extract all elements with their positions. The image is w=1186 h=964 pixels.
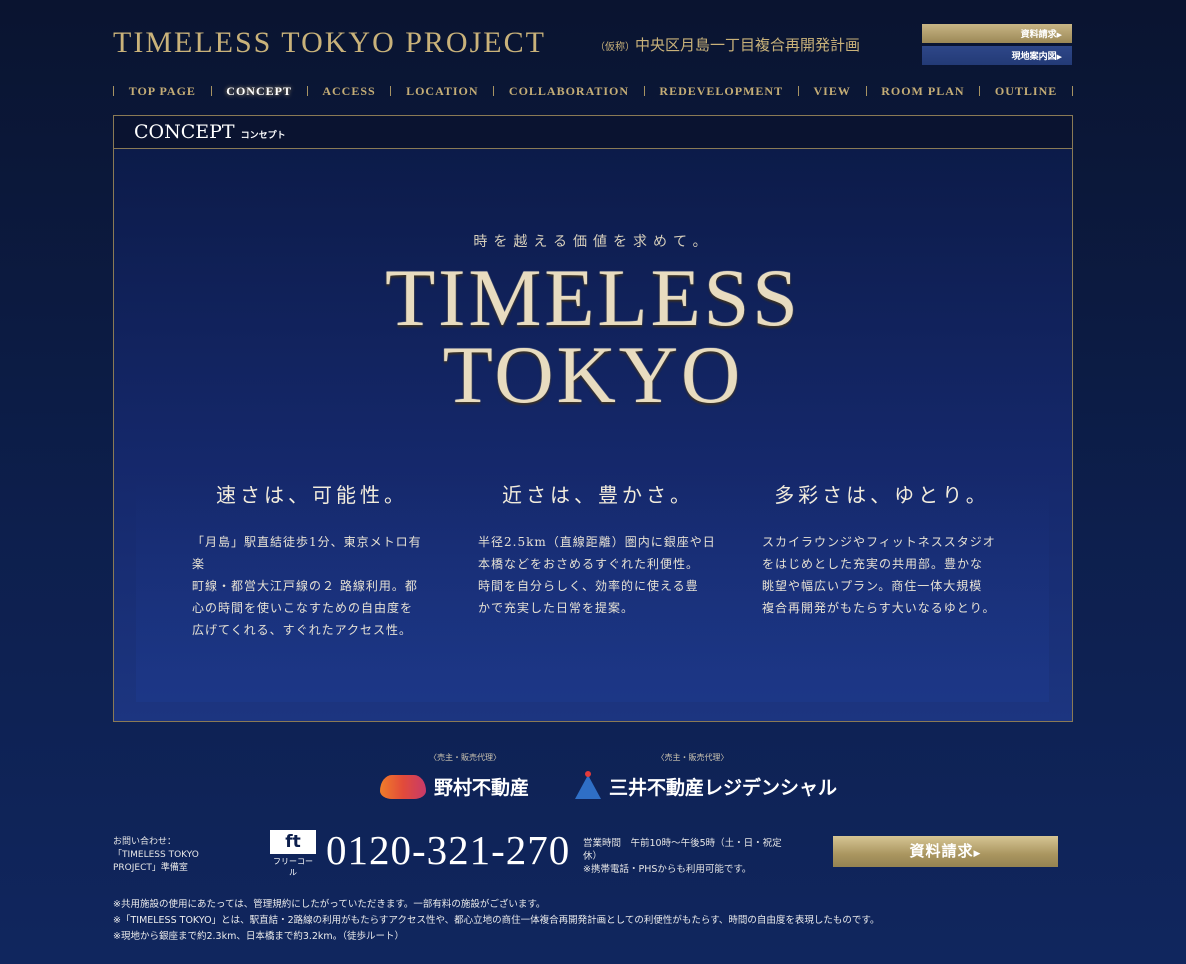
mitsui-logo-icon (575, 770, 601, 799)
partner-name-text: 野村不動産 (434, 777, 530, 799)
nav-divider (979, 86, 981, 96)
freecall-text: フリーコール (273, 857, 313, 877)
partner-nomura[interactable]: 〈売主・販売代理〉 野村不動産 (380, 752, 550, 800)
global-nav: TOP PAGE CONCEPT ACCESS LOCATION COLLABO… (113, 82, 1073, 100)
partner-mitsui[interactable]: 〈売主・販売代理〉 三井不動産レジデンシャル (575, 752, 837, 800)
hours-line: 休） (583, 851, 603, 862)
hours-line: 営業時間 午前10時〜午後5時（土・日・祝定 (583, 838, 782, 849)
contact-label-line: 「TIMELESS TOKYO (113, 850, 199, 860)
panel-title-sub: コンセプト (240, 131, 286, 141)
partner-role: 〈売主・販売代理〉 (429, 753, 501, 762)
nav-divider (113, 86, 114, 96)
freecall-logo: ft フリーコール (270, 830, 316, 877)
nav-concept[interactable]: CONCEPT (226, 84, 292, 99)
contact-label-line: PROJECT」準備室 (113, 863, 188, 873)
hours-line: ※携帯電話・PHSからも利用可能です。 (583, 864, 752, 875)
column-line: 広げてくれる、すぐれたアクセス性。 (192, 623, 413, 637)
footnote: ※共用施設の使用にあたっては、管理規約にしたがっていただきます。一部有料の施設が… (113, 899, 546, 910)
partner-name-text: 三井不動産レジデンシャル (609, 777, 838, 799)
panel-header: CONCEPT コンセプト (114, 116, 1072, 149)
column-body: 半径2.5km（直線距離）圏内に銀座や日 本橋などをおさめるすぐれた利便性。 時… (478, 531, 718, 619)
nav-collaboration[interactable]: COLLABORATION (509, 84, 629, 99)
partner-name: 野村不動産 (380, 773, 550, 800)
business-hours: 営業時間 午前10時〜午後5時（土・日・祝定 休） ※携帯電話・PHSからも利用… (583, 837, 819, 876)
hero-title-line1: TIMELESS (385, 252, 801, 343)
contact-label: お問い合わせ： 「TIMELESS TOKYO PROJECT」準備室 (113, 836, 199, 875)
nav-divider (493, 86, 495, 96)
column-line: をはじめとした充実の共用部。豊かな (762, 557, 984, 571)
hero-tagline: 時を越える価値を求めて。 (473, 234, 713, 250)
arrow-right-icon: ▶ (973, 849, 982, 859)
header-map-label: 現地案内図 (1011, 52, 1057, 62)
column-body: 「月島」駅直結徒歩1分、東京メトロ有楽 町線・都営大江戸線の２ 路線利用。都 心… (192, 531, 432, 641)
column-line: 町線・都営大江戸線の２ 路線利用。都 (192, 579, 418, 593)
concept-panel: CONCEPT コンセプト 時を越える価値を求めて。 TIMELESS TOKYO… (113, 115, 1073, 722)
footnotes: ※共用施設の使用にあたっては、管理規約にしたがっていただきます。一部有料の施設が… (113, 897, 879, 945)
concept-hero: 時を越える価値を求めて。 TIMELESS TOKYO 速さは、可能性。 「月島… (114, 149, 1072, 721)
project-subtitle: （仮称）中央区月島一丁目複合再開発計画 (595, 34, 860, 55)
concept-column-speed: 速さは、可能性。 「月島」駅直結徒歩1分、東京メトロ有楽 町線・都営大江戸線の２… (192, 479, 432, 641)
column-line: 半径2.5km（直線距離）圏内に銀座や日 (478, 535, 716, 549)
footnote: ※「TIMELESS TOKYO」とは、駅直結・2路線の利用がもたらすアクセス性… (113, 915, 880, 926)
partner-role: 〈売主・販売代理〉 (656, 753, 729, 762)
concept-column-variety: 多彩さは、ゆとり。 スカイラウンジやフィットネススタジオ をはじめとした充実の共… (762, 479, 1002, 619)
arrow-right-icon: ▶ (1056, 31, 1062, 39)
nav-view[interactable]: VIEW (813, 84, 850, 99)
nav-outline[interactable]: OUTLINE (995, 84, 1057, 99)
nav-divider (797, 86, 799, 96)
phone-number[interactable]: 0120-321-270 (326, 826, 570, 874)
arrow-right-icon: ▶ (1056, 53, 1062, 61)
nav-redevelopment[interactable]: REDEVELOPMENT (659, 84, 783, 99)
nav-divider (306, 86, 308, 96)
concept-column-proximity: 近さは、豊かさ。 半径2.5km（直線距離）圏内に銀座や日 本橋などをおさめるす… (478, 479, 718, 619)
subtitle-text: 中央区月島一丁目複合再開発計画 (635, 36, 861, 54)
footnote: ※現地から銀座まで約2.3km、日本橋まで約3.2km。（徒歩ルート） (113, 931, 404, 942)
request-brochure-button[interactable]: 資料請求▶ (833, 836, 1058, 867)
nav-top-page[interactable]: TOP PAGE (129, 84, 196, 99)
column-line: スカイラウンジやフィットネススタジオ (762, 535, 996, 549)
subtitle-prefix: （仮称） (595, 42, 635, 53)
column-line: 時間を自分らしく、効率的に使える豊 (478, 579, 699, 593)
header-request-label: 資料請求 (1020, 30, 1057, 40)
site-header: TIMELESS TOKYO PROJECT （仮称）中央区月島一丁目複合再開発… (113, 22, 1073, 66)
nav-access[interactable]: ACCESS (322, 84, 375, 99)
column-line: 「月島」駅直結徒歩1分、東京メトロ有楽 (192, 535, 422, 571)
column-heading: 多彩さは、ゆとり。 (774, 483, 990, 507)
header-map-button[interactable]: 現地案内図▶ (922, 46, 1072, 65)
nav-divider (390, 86, 392, 96)
header-request-button[interactable]: 資料請求▶ (922, 24, 1072, 43)
column-heading: 近さは、豊かさ。 (502, 483, 694, 507)
request-brochure-label: 資料請求 (909, 842, 974, 860)
nomura-logo-icon (380, 774, 426, 799)
nav-divider (1071, 86, 1073, 96)
panel-title: CONCEPT (134, 121, 235, 143)
hero-title-line2: TOKYO (442, 329, 744, 420)
column-body: スカイラウンジやフィットネススタジオ をはじめとした充実の共用部。豊かな 眺望や… (762, 531, 1002, 619)
nav-divider (210, 86, 212, 96)
site-logo[interactable]: TIMELESS TOKYO PROJECT (113, 26, 546, 60)
contact-label-line: お問い合わせ： (113, 837, 177, 847)
nav-divider (643, 86, 645, 96)
freecall-icon: ft (270, 830, 316, 854)
column-line: 複合再開発がもたらす大いなるゆとり。 (762, 601, 996, 615)
column-line: 本橋などをおさめるすぐれた利便性。 (478, 557, 700, 571)
nav-divider (865, 86, 867, 96)
nav-room-plan[interactable]: ROOM PLAN (881, 84, 964, 99)
column-line: 心の時間を使いこなすための自由度を (192, 601, 414, 615)
partner-logos: 〈売主・販売代理〉 野村不動産 〈売主・販売代理〉 三井不動産レジデンシャル (0, 752, 1186, 808)
column-heading: 速さは、可能性。 (216, 483, 408, 507)
column-line: かで充実した日常を提案。 (478, 601, 635, 615)
column-line: 眺望や幅広いプラン。商住一体大規模 (762, 579, 983, 593)
partner-name: 三井不動産レジデンシャル (575, 770, 837, 800)
nav-location[interactable]: LOCATION (406, 84, 478, 99)
